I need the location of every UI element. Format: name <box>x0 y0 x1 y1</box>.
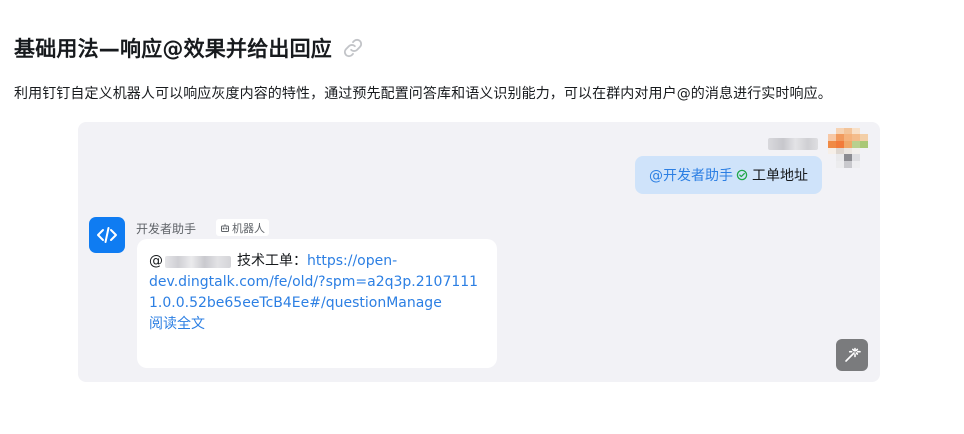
user-avatar[interactable] <box>826 126 870 174</box>
user-message-bubble: @开发者助手 工单地址 <box>635 156 822 194</box>
page: 基础用法—响应@效果并给出回应 利用钉钉自定义机器人可以响应灰度内容的特性，通过… <box>0 0 964 434</box>
magic-wand-button[interactable] <box>836 339 868 371</box>
robot-icon <box>221 223 229 232</box>
bot-message-text: @ 技术工单： https://open- <box>149 251 485 272</box>
page-description: 利用钉钉自定义机器人可以响应灰度内容的特性，通过预先配置问答库和语义识别能力，可… <box>14 86 832 102</box>
code-icon <box>97 227 117 243</box>
mentioned-user-redacted <box>165 255 231 268</box>
read-more-link[interactable]: 阅读全文 <box>149 314 485 335</box>
check-circle-icon <box>736 169 748 181</box>
ticket-url-part[interactable]: https://open- <box>307 251 397 272</box>
bot-name: 开发者助手 <box>136 222 197 236</box>
chat-preview-panel: @开发者助手 工单地址 开发者助手 机器人 @ 技术工单： https://op… <box>78 122 880 382</box>
page-title: 基础用法—响应@效果并给出回应 <box>14 37 332 61</box>
bot-mention-prefix: @ <box>149 253 163 269</box>
user-name-redacted <box>768 138 818 150</box>
user-mention[interactable]: @开发者助手 <box>649 165 733 185</box>
bot-tag-label: 机器人 <box>232 221 265 235</box>
title-row: 基础用法—响应@效果并给出回应 <box>14 33 364 63</box>
user-message-text: 工单地址 <box>752 168 808 184</box>
ticket-url-link[interactable]: dev.dingtalk.com/fe/old/?spm=a2q3p.21071… <box>149 272 485 314</box>
bot-message-bubble: @ 技术工单： https://open- dev.dingtalk.com/f… <box>137 239 497 368</box>
link-icon[interactable] <box>342 37 364 59</box>
magic-wand-icon <box>845 347 861 362</box>
bot-avatar[interactable] <box>89 217 125 253</box>
bot-tag: 机器人 <box>216 219 269 236</box>
bot-message-label: 技术工单： <box>237 253 307 269</box>
